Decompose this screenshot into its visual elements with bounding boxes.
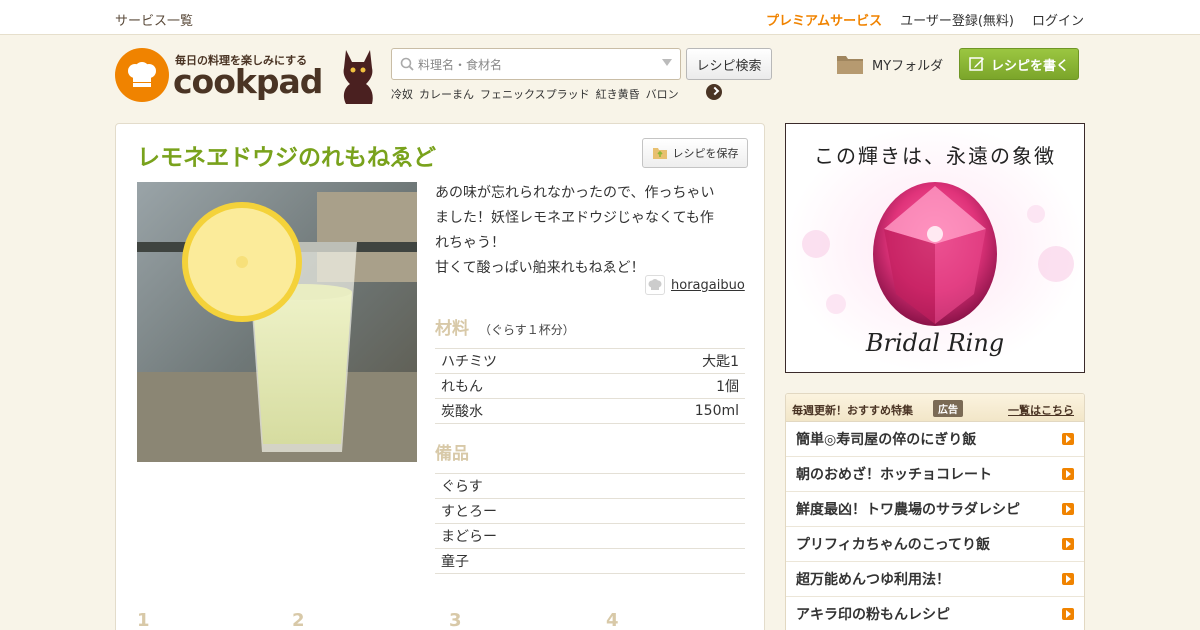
ad-product-name: Bridal Ring — [865, 329, 1005, 357]
description-line: ました！妖怪レモネヱドウジじゃなくても作 — [435, 210, 714, 226]
featured-more-link[interactable]: 一覧はこちら — [1008, 402, 1074, 418]
save-folder-icon — [652, 148, 667, 159]
description-line: れちゃう！ — [435, 235, 505, 251]
chef-hat-icon — [128, 62, 156, 87]
featured-box: 毎週更新！おすすめ特集 広告 一覧はこちら 簡単◎寿司屋の倅のにぎり飯 朝のおめ… — [785, 393, 1085, 630]
keyword-link[interactable]: フェニックスプラッド — [480, 86, 590, 102]
tool-row: ぐらす — [435, 474, 745, 499]
tool-row: すとろー — [435, 499, 745, 524]
featured-item[interactable]: アキラ印の粉もんレシピ — [786, 597, 1084, 630]
featured-item-label: 簡単◎寿司屋の倅のにぎり飯 — [796, 432, 977, 448]
keyword-link[interactable]: バロン — [646, 86, 679, 102]
write-recipe-button[interactable]: レシピを書く — [959, 48, 1079, 80]
ingredient-amount: 1個 — [716, 379, 739, 395]
keyword-link[interactable]: カレーまん — [419, 86, 474, 102]
play-arrow-icon — [1062, 538, 1074, 550]
cookpad-logo[interactable]: 毎日の料理を楽しみにする cookpad — [115, 48, 323, 104]
login-link[interactable]: ログイン — [1032, 10, 1084, 29]
save-recipe-button[interactable]: レシピを保存 — [642, 138, 748, 168]
author-link[interactable]: horagaibuo — [645, 275, 745, 295]
featured-item-label: 朝のおめざ！ホッチョコレート — [796, 467, 992, 483]
play-arrow-icon — [1062, 573, 1074, 585]
recipe-title: レモネヱドウジのれもねゑど — [137, 145, 436, 171]
keywords-next-icon[interactable] — [706, 84, 722, 100]
top-bar-right: プレミアムサービス ユーザー登録(無料) ログイン — [766, 10, 1084, 29]
description-line: あの味が忘れられなかったので、作っちゃい — [435, 185, 715, 201]
featured-item[interactable]: 鮮度最凶！トワ農場のサラダレシピ — [786, 492, 1084, 527]
ingredient-name: れもん — [441, 379, 483, 395]
folder-icon — [837, 56, 863, 74]
featured-item-label: 鮮度最凶！トワ農場のサラダレシピ — [796, 502, 1020, 518]
ingredient-name: 炭酸水 — [441, 404, 483, 420]
step-number: 4 — [606, 610, 619, 630]
ingredients-table: ハチミツ 大匙1 れもん 1個 炭酸水 150ml — [435, 348, 745, 424]
search-dropdown-icon[interactable] — [662, 59, 672, 66]
featured-item[interactable]: 簡単◎寿司屋の倅のにぎり飯 — [786, 422, 1084, 457]
featured-item[interactable]: 朝のおめざ！ホッチョコレート — [786, 457, 1084, 492]
play-arrow-icon — [1062, 468, 1074, 480]
ingredient-amount: 150ml — [694, 403, 739, 419]
my-folder-label: MYフォルダ — [872, 58, 944, 74]
ad-headline: この輝きは、永遠の象徴 — [814, 144, 1056, 168]
write-recipe-label: レシピを書く — [990, 58, 1069, 74]
author-name: horagaibuo — [671, 277, 745, 293]
ingredients-heading: 材料 （ぐらす１杯分） — [435, 314, 575, 339]
ad-badge: 広告 — [933, 400, 963, 417]
featured-header: 毎週更新！おすすめ特集 広告 一覧はこちら — [786, 394, 1084, 422]
logo-word: cookpad — [173, 62, 323, 101]
featured-item-label: 超万能めんつゆ利用法！ — [796, 572, 950, 588]
recipe-description: あの味が忘れられなかったので、作っちゃい ました！妖怪レモネヱドウジじゃなくても… — [435, 181, 745, 281]
tool-row: まどらー — [435, 524, 745, 549]
keyword-link[interactable]: 冷奴 — [391, 86, 413, 102]
search-box — [391, 48, 681, 80]
play-arrow-icon — [1062, 503, 1074, 515]
featured-item-label: プリフィカちゃんのこってり飯 — [796, 537, 991, 553]
steps-row: 1 2 3 4 — [137, 610, 737, 630]
search-input[interactable] — [418, 55, 648, 75]
register-link[interactable]: ユーザー登録(無料) — [900, 10, 1014, 29]
tools-heading: 備品 — [435, 444, 469, 464]
services-link[interactable]: サービス一覧 — [115, 10, 193, 29]
ingredient-amount: 大匙1 — [702, 354, 739, 370]
top-bar: サービス一覧 プレミアムサービス ユーザー登録(無料) ログイン — [0, 0, 1200, 35]
ingredient-row: 炭酸水 150ml — [435, 399, 745, 424]
recipe-photo — [137, 182, 417, 462]
author-avatar-icon — [645, 275, 665, 295]
tools-table: ぐらす すとろー まどらー 童子 — [435, 473, 745, 574]
save-recipe-label: レシピを保存 — [672, 147, 739, 160]
featured-item[interactable]: 超万能めんつゆ利用法！ — [786, 562, 1084, 597]
recipe-card: レモネヱドウジのれもねゑど レシピを保存 あの味が忘れられなかったので、作っちゃ… — [115, 123, 765, 630]
ad-banner[interactable]: この輝きは、永遠の象徴 Bridal Ring — [785, 123, 1085, 373]
trending-keywords: 冷奴 カレーまん フェニックスプラッド 紅き黄昏 バロン — [391, 86, 679, 102]
ingredient-name: ハチミツ — [441, 354, 497, 370]
featured-item-label: アキラ印の粉もんレシピ — [796, 607, 950, 623]
recipe-search-button[interactable]: レシピ検索 — [686, 48, 772, 80]
play-arrow-icon — [1062, 433, 1074, 445]
tool-row: 童子 — [435, 549, 745, 574]
ingredient-row: れもん 1個 — [435, 374, 745, 399]
my-folder-link[interactable]: MYフォルダ — [836, 53, 943, 75]
keyword-link[interactable]: 紅き黄昏 — [596, 86, 640, 102]
ingredient-row: ハチミツ 大匙1 — [435, 349, 745, 374]
cat-mascot-icon — [343, 50, 373, 104]
premium-link[interactable]: プレミアムサービス — [766, 10, 882, 29]
featured-heading: 毎週更新！おすすめ特集 — [792, 404, 913, 417]
servings-label: （ぐらす１杯分） — [479, 323, 575, 337]
step-number: 1 — [137, 610, 150, 630]
play-arrow-icon — [1062, 608, 1074, 620]
ingredients-heading-label: 材料 — [435, 319, 469, 339]
pencil-icon — [969, 57, 984, 71]
step-number: 2 — [292, 610, 305, 630]
featured-item[interactable]: プリフィカちゃんのこってり飯 — [786, 527, 1084, 562]
search-icon — [400, 57, 414, 71]
step-number: 3 — [449, 610, 462, 630]
